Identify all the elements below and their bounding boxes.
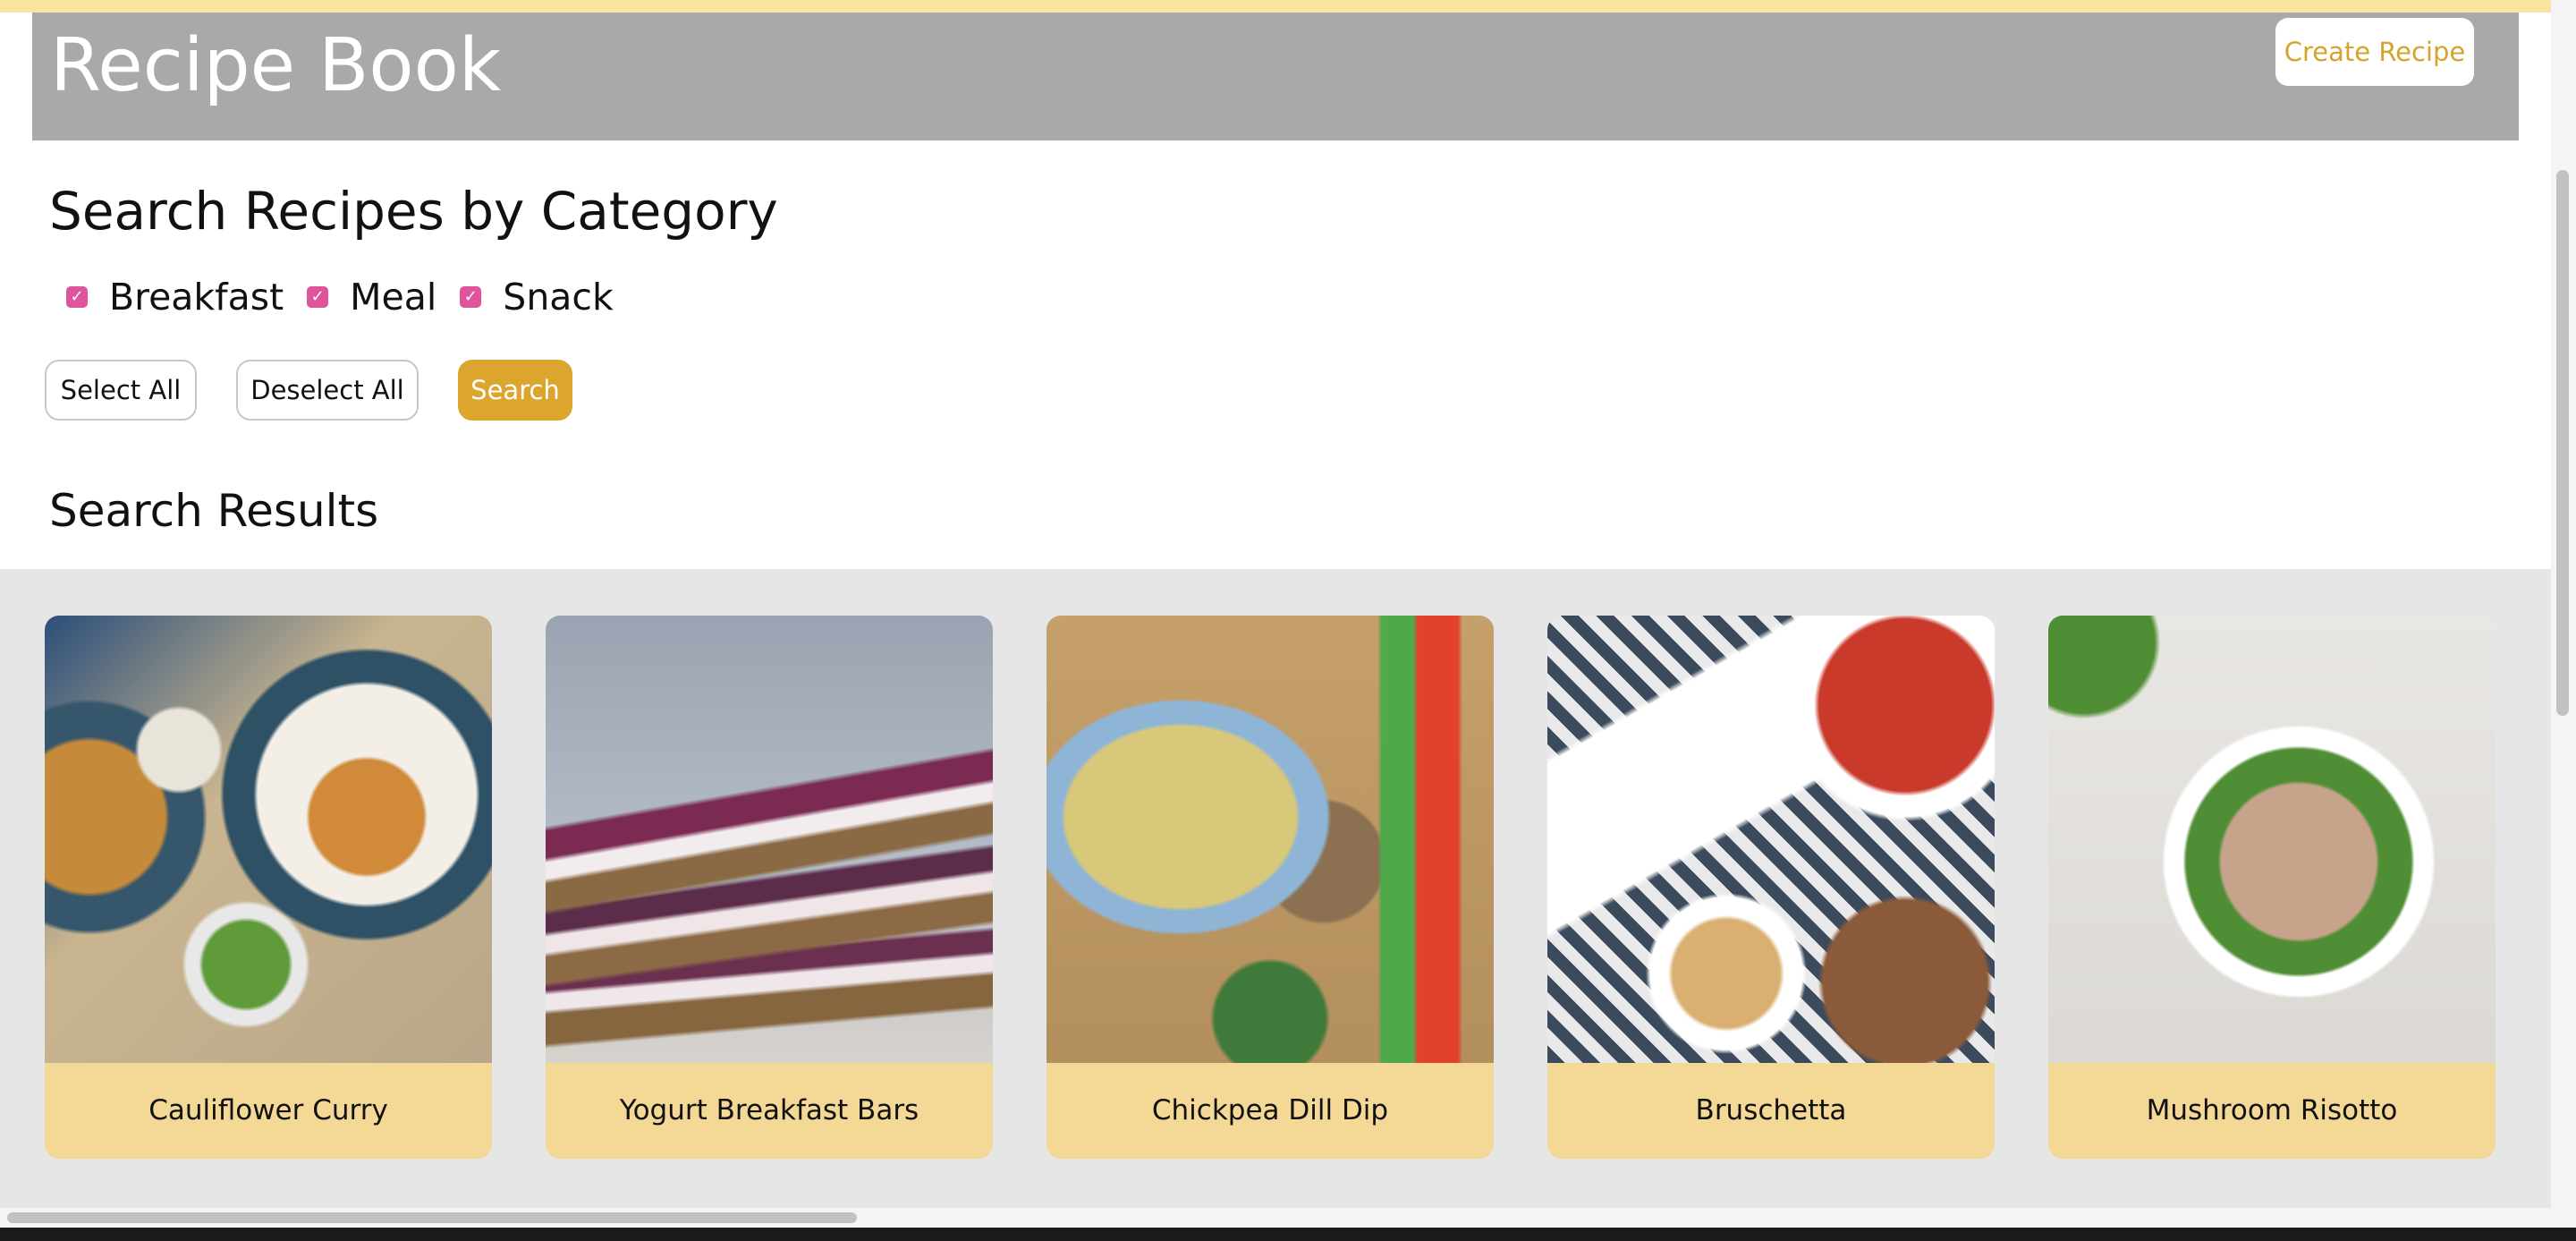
results-heading: Search Results [49,485,379,537]
recipe-image[interactable] [1046,616,1494,1063]
search-button[interactable]: Search [458,360,572,421]
category-breakfast[interactable]: ✓ Breakfast [66,276,284,319]
select-all-button[interactable]: Select All [45,360,197,421]
recipe-card-bruschetta[interactable]: Bruschetta [1547,616,1995,1159]
breakfast-checkbox[interactable]: ✓ [66,286,88,308]
horizontal-scrollbar-thumb[interactable] [7,1212,857,1223]
recipe-image[interactable] [546,616,993,1063]
create-recipe-button[interactable]: Create Recipe [2275,18,2474,86]
recipe-name[interactable]: Bruschetta [1547,1063,1995,1159]
recipe-name[interactable]: Mushroom Risotto [2048,1063,2496,1159]
top-accent-strip [0,0,2576,13]
recipe-card-yogurt-breakfast-bars[interactable]: Yogurt Breakfast Bars [546,616,993,1159]
recipe-name[interactable]: Chickpea Dill Dip [1046,1063,1494,1159]
category-label: Breakfast [109,276,284,319]
category-snack[interactable]: ✓ Snack [460,276,614,319]
category-label: Meal [350,276,437,319]
deselect-all-button[interactable]: Deselect All [236,360,419,421]
recipe-card-cauliflower-curry[interactable]: Cauliflower Curry [45,616,492,1159]
recipe-card-chickpea-dill-dip[interactable]: Chickpea Dill Dip [1046,616,1494,1159]
category-meal[interactable]: ✓ Meal [307,276,436,319]
recipe-name[interactable]: Yogurt Breakfast Bars [546,1063,993,1159]
recipe-image[interactable] [45,616,492,1063]
app-title: Recipe Book [50,23,502,108]
category-label: Snack [503,276,614,319]
results-grid: Cauliflower Curry Yogurt Breakfast Bars … [0,569,2551,1208]
recipe-name[interactable]: Cauliflower Curry [45,1063,492,1159]
app-header: Recipe Book Create Recipe [32,13,2519,140]
snack-checkbox[interactable]: ✓ [460,286,482,308]
category-filters: ✓ Breakfast ✓ Meal ✓ Snack [66,268,637,326]
recipe-card-mushroom-risotto[interactable]: Mushroom Risotto [2048,616,2496,1159]
meal-checkbox[interactable]: ✓ [307,286,329,308]
search-heading: Search Recipes by Category [49,181,778,242]
recipe-image[interactable] [2048,616,2496,1063]
vertical-scrollbar-thumb[interactable] [2556,170,2569,716]
window-bottom-edge [0,1228,2576,1241]
recipe-image[interactable] [1547,616,1995,1063]
